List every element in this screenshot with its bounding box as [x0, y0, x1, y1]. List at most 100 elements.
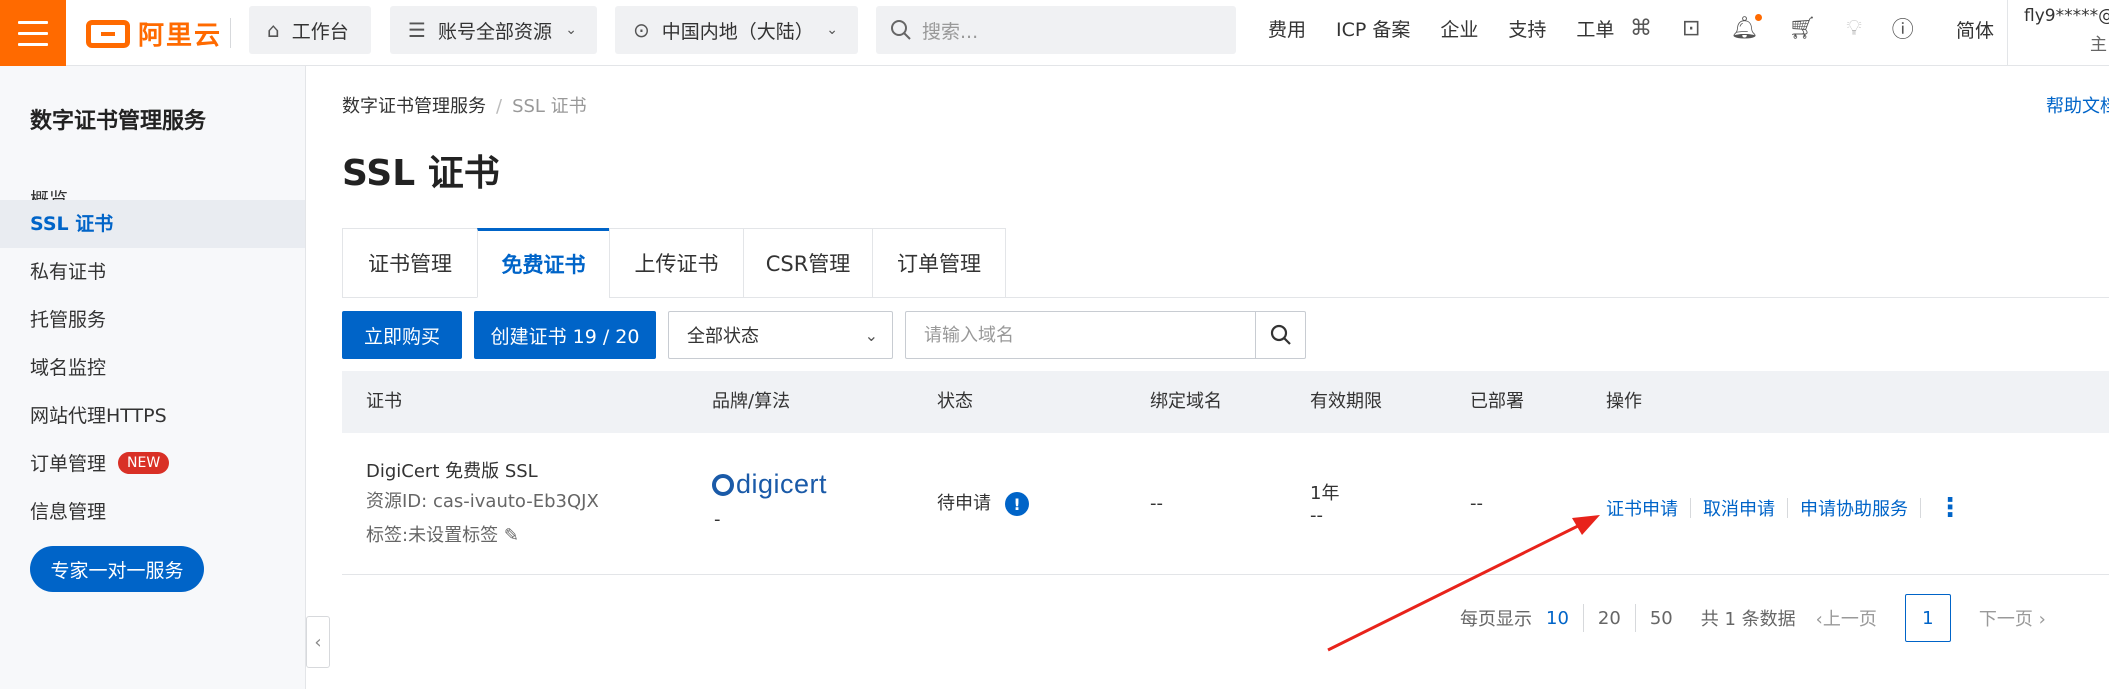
domain-search-input[interactable] [906, 312, 1255, 358]
page-size-option[interactable]: 50 [1650, 608, 1673, 629]
status-select[interactable]: 全部状态 ⌄ [668, 311, 893, 359]
nav-link-billing[interactable]: 费用 [1268, 15, 1306, 42]
user-account[interactable]: fly9*****@ [2024, 6, 2109, 26]
chevron-down-icon: ⌄ [826, 22, 838, 38]
page-size-option[interactable]: 20 [1598, 608, 1621, 629]
assist-service-link[interactable]: 申请协助服务 [1800, 495, 1908, 521]
column-header-actions: 操作 [1606, 391, 1642, 412]
tab-free-cert[interactable]: 免费证书 [477, 228, 609, 298]
row-actions: 证书申请 取消申请 申请协助服务 ⋮ [1606, 493, 1963, 523]
nav-link-enterprise[interactable]: 企业 [1440, 15, 1478, 42]
user-role: 主 [2090, 35, 2107, 55]
cancel-apply-link[interactable]: 取消申请 [1703, 495, 1775, 521]
apply-cert-link[interactable]: 证书申请 [1606, 495, 1678, 521]
tab-upload-cert[interactable]: 上传证书 [609, 228, 743, 298]
chevron-down-icon: ⌄ [565, 22, 577, 38]
chevron-left-icon: ‹ [314, 631, 322, 653]
language-switch[interactable]: 简体 [1956, 16, 1994, 43]
pagination: 每页显示 10 20 50 共 1 条数据 ‹上一页 1 下一页 › [1460, 590, 2046, 646]
page-title: SSL 证书 [342, 153, 500, 194]
breadcrumb-root[interactable]: 数字证书管理服务 [342, 96, 486, 117]
new-badge: NEW [118, 451, 170, 474]
page-size-option[interactable]: 10 [1546, 608, 1569, 629]
sidebar-item-private-cert[interactable]: 私有证书 [0, 248, 305, 296]
resource-label: 账号全部资源 [437, 20, 552, 43]
brand-name: digicert [736, 469, 828, 499]
expert-service-button[interactable]: 专家一对一服务 [30, 546, 204, 592]
edit-pencil-icon[interactable]: ✎ [504, 525, 519, 546]
chevron-left-icon: ‹ [1815, 609, 1823, 630]
chevron-right-icon: › [2038, 609, 2046, 630]
region-selector[interactable]: ⊙ 中国内地（大陆） ⌄ [615, 6, 858, 54]
sidebar-item-label: 托管服务 [30, 309, 107, 331]
search-icon [891, 20, 911, 40]
sidebar-item-ssl[interactable]: SSL 证书 [0, 200, 305, 248]
cert-tag-label: 标签:未设置标签 [366, 525, 499, 546]
total-count: 共 1 条数据 [1700, 609, 1796, 630]
table-header: 证书 品牌/算法 状态 绑定域名 有效期限 已部署 操作 [342, 371, 2109, 433]
column-header-brand: 品牌/算法 [712, 391, 791, 412]
terminal-icon[interactable]: ⊡ [1682, 16, 1700, 41]
column-header-deployed: 已部署 [1470, 391, 1524, 412]
bell-icon[interactable]: 🔔︎ [1730, 13, 1763, 41]
sidebar-item-hosting[interactable]: 托管服务 [0, 296, 305, 344]
home-icon: ⌂ [267, 18, 280, 42]
nav-link-icp[interactable]: ICP 备案 [1336, 15, 1410, 42]
cert-name: DigiCert 免费版 SSL [366, 461, 538, 482]
cert-tag[interactable]: 标签:未设置标签 ✎ [366, 521, 519, 547]
sidebar-item-label: 私有证书 [30, 261, 107, 283]
prev-page-button[interactable]: ‹上一页 [1816, 605, 1877, 631]
buy-now-button[interactable]: 立即购买 [342, 311, 462, 359]
workbench-label: 工作台 [291, 20, 349, 43]
current-page[interactable]: 1 [1904, 594, 1951, 642]
resource-selector[interactable]: ☰ 账号全部资源 ⌄ [390, 6, 597, 54]
sidebar-item-label: 订单管理 [30, 453, 107, 475]
tab-cert-management[interactable]: 证书管理 [342, 228, 477, 298]
tab-csr-management[interactable]: CSR管理 [743, 228, 872, 298]
sidebar-item-proxy-https[interactable]: 网站代理HTTPS [0, 392, 305, 440]
digicert-logo-mark [712, 473, 734, 496]
menu-icon[interactable] [0, 0, 66, 66]
aliyun-logo[interactable]: 阿里云 [86, 15, 222, 52]
sidebar-item-orders[interactable]: 订单管理 NEW [0, 440, 305, 488]
lightbulb-icon[interactable]: 💡︎ [1846, 16, 1861, 41]
sidebar-item-label: SSL 证书 [30, 213, 114, 235]
top-navigation-bar: 阿里云 ⌂ 工作台 ☰ 账号全部资源 ⌄ ⊙ 中国内地（大陆） ⌄ 搜索... … [0, 0, 2109, 66]
info-alert-icon[interactable]: ! [1005, 492, 1029, 516]
divider [1634, 604, 1636, 632]
workbench-button[interactable]: ⌂ 工作台 [249, 6, 371, 54]
notification-dot [1755, 13, 1763, 21]
cart-icon[interactable]: 🛒︎ [1788, 16, 1816, 41]
deployed-status: -- [1470, 493, 1483, 514]
sidebar-item-label: 信息管理 [30, 501, 107, 523]
column-header-domain: 绑定域名 [1150, 391, 1222, 412]
search-icon [1270, 324, 1291, 345]
more-actions-icon[interactable]: ⋮ [1937, 493, 1963, 523]
location-pin-icon: ⊙ [633, 18, 650, 42]
nav-link-ticket[interactable]: 工单 [1576, 15, 1614, 42]
next-page-label: 下一页 [1978, 609, 2033, 630]
search-button[interactable] [1255, 312, 1305, 358]
global-search-input[interactable]: 搜索... [876, 6, 1236, 54]
help-docs-link[interactable]: 帮助文档 [2046, 92, 2109, 118]
search-placeholder: 搜索... [922, 20, 979, 43]
app-icon[interactable]: ⌘ [1630, 16, 1652, 41]
top-icons: ⌘ ⊡ 🔔︎ 🛒︎ 💡︎ ⓘ [1630, 0, 1914, 56]
divider [1787, 498, 1788, 518]
tab-underline [1006, 297, 2109, 298]
divider [230, 18, 231, 48]
sidebar-collapse-handle[interactable]: ‹ [306, 616, 330, 668]
sidebar-item-label: 网站代理HTTPS [30, 405, 167, 427]
next-page-button[interactable]: 下一页 › [1979, 605, 2046, 631]
aliyun-logo-mark [86, 19, 130, 48]
help-icon[interactable]: ⓘ [1892, 12, 1914, 44]
cert-status-label: 待申请 [937, 493, 991, 514]
brand-algorithm: - [714, 509, 721, 530]
nav-link-support[interactable]: 支持 [1508, 15, 1546, 42]
sidebar-item-domain-monitor[interactable]: 域名监控 [0, 344, 305, 392]
create-cert-button[interactable]: 创建证书 19 / 20 [474, 311, 656, 359]
prev-page-label: 上一页 [1822, 609, 1877, 630]
sidebar-item-info[interactable]: 信息管理 [0, 488, 305, 536]
tab-order-management[interactable]: 订单管理 [872, 228, 1006, 298]
digicert-logo: digicert [712, 469, 827, 500]
